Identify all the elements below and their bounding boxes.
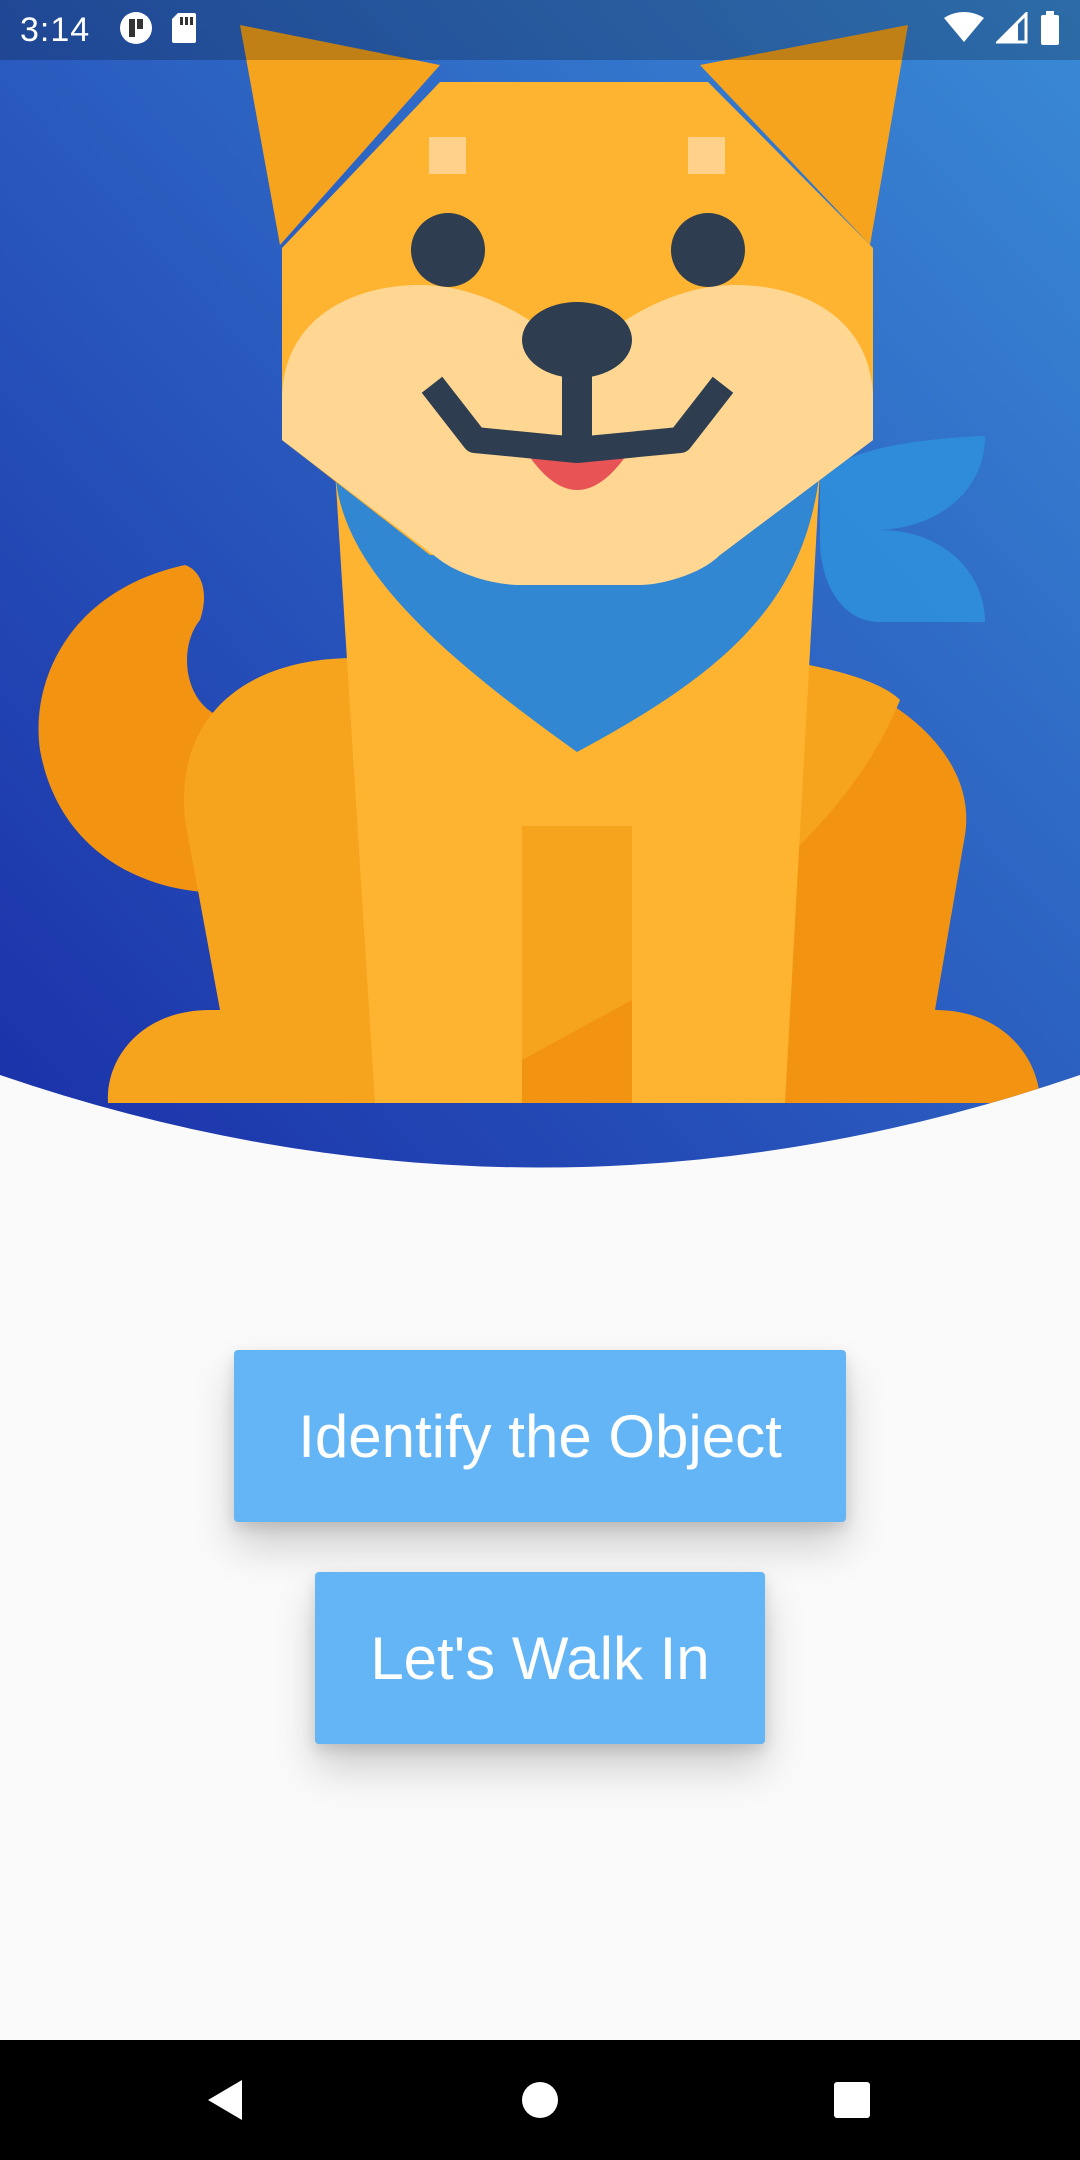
- signal-icon: [994, 9, 1028, 49]
- hero-illustration: [0, 0, 1080, 1168]
- status-left-icons: [118, 10, 198, 51]
- battery-icon: [1040, 10, 1060, 50]
- recents-icon[interactable]: [822, 2070, 882, 2130]
- walk-in-button[interactable]: Let's Walk In: [315, 1572, 765, 1744]
- status-right-icons: [944, 9, 1060, 50]
- hero-header: [0, 0, 1080, 1180]
- back-icon[interactable]: [195, 2070, 255, 2130]
- identify-object-button[interactable]: Identify the Object: [234, 1350, 846, 1522]
- navigation-bar: [0, 2040, 1080, 2160]
- status-time: 3:14: [20, 10, 91, 49]
- home-icon[interactable]: [510, 2070, 570, 2130]
- wifi-icon: [944, 11, 984, 49]
- app-notification-icon: [118, 10, 154, 51]
- status-bar: 3:14: [0, 0, 1080, 60]
- sd-card-icon: [170, 11, 198, 50]
